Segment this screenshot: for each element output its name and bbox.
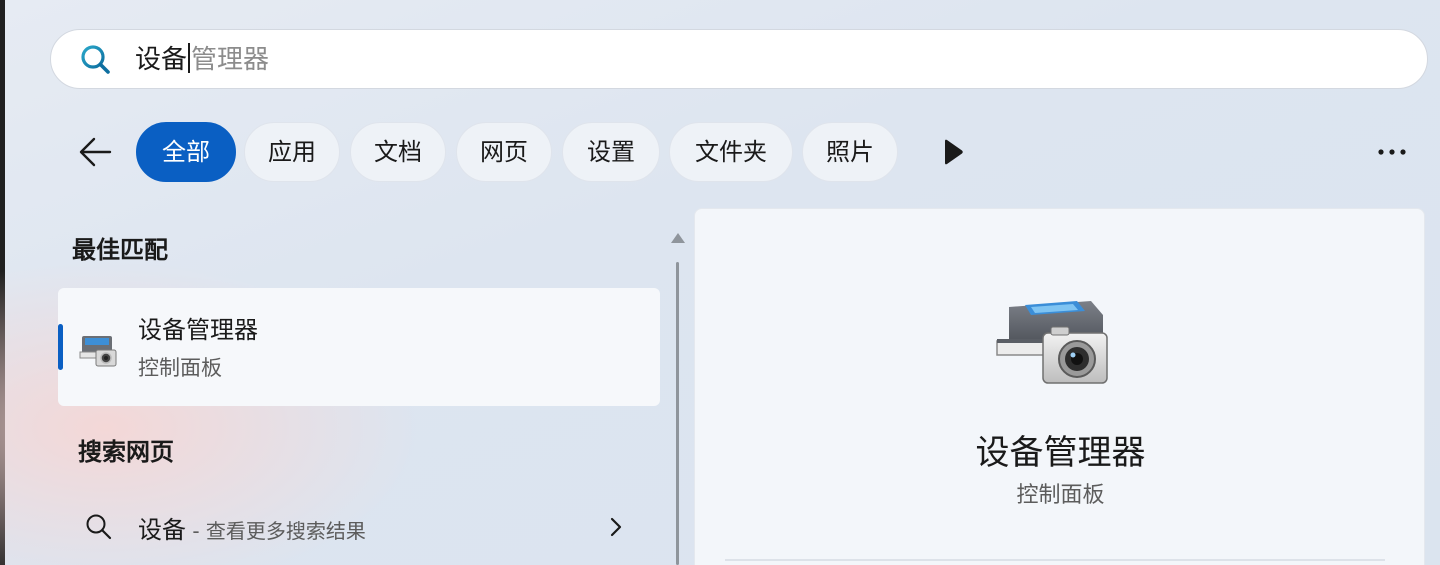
device-manager-large-icon — [996, 301, 1108, 384]
more-filters-play-icon[interactable] — [936, 136, 970, 168]
preview-subtitle: 控制面板 — [1016, 483, 1105, 508]
preview-pane: 设备管理器 控制面板 — [694, 208, 1425, 565]
best-match-title: 设备管理器 — [138, 316, 258, 344]
web-search-heading: 搜索网页 — [78, 438, 174, 466]
preview-divider — [725, 559, 1385, 561]
web-search-item[interactable]: 设备 - 查看更多搜索结果 — [58, 494, 660, 560]
filter-chip-folders[interactable]: 文件夹 — [669, 122, 793, 182]
best-match-subtitle: 控制面板 — [138, 356, 222, 380]
web-search-hint: - 查看更多搜索结果 — [186, 519, 366, 543]
filter-chip-all[interactable]: 全部 — [136, 122, 236, 182]
search-typed-text: 设备 — [135, 45, 188, 75]
scrollbar-thumb[interactable] — [676, 262, 679, 565]
best-match-item[interactable]: 设备管理器 控制面板 — [58, 288, 660, 406]
text-caret — [188, 43, 191, 73]
filter-chip-web[interactable]: 网页 — [456, 122, 552, 182]
best-match-heading: 最佳匹配 — [72, 236, 168, 264]
filter-chip-photos[interactable]: 照片 — [802, 122, 898, 182]
search-box[interactable]: 设备 管理器 — [50, 29, 1428, 89]
preview-title: 设备管理器 — [975, 433, 1146, 473]
web-search-text: 设备 - 查看更多搜索结果 — [138, 510, 366, 545]
search-icon — [81, 45, 110, 74]
back-arrow-icon[interactable] — [74, 130, 118, 174]
web-search-query: 设备 — [138, 516, 186, 544]
filter-chip-apps[interactable]: 应用 — [244, 122, 340, 182]
filter-chip-documents[interactable]: 文档 — [350, 122, 446, 182]
search-autocomplete-text: 管理器 — [191, 45, 270, 75]
more-dots-icon[interactable] — [1368, 134, 1416, 170]
chevron-right-icon — [610, 517, 622, 537]
scroll-up-arrow-icon[interactable] — [669, 230, 687, 246]
filter-chip-settings[interactable]: 设置 — [562, 122, 660, 182]
device-manager-icon — [79, 336, 117, 367]
selection-indicator — [58, 324, 63, 370]
search-input[interactable]: 设备 管理器 — [135, 43, 269, 77]
search-icon — [86, 514, 112, 540]
